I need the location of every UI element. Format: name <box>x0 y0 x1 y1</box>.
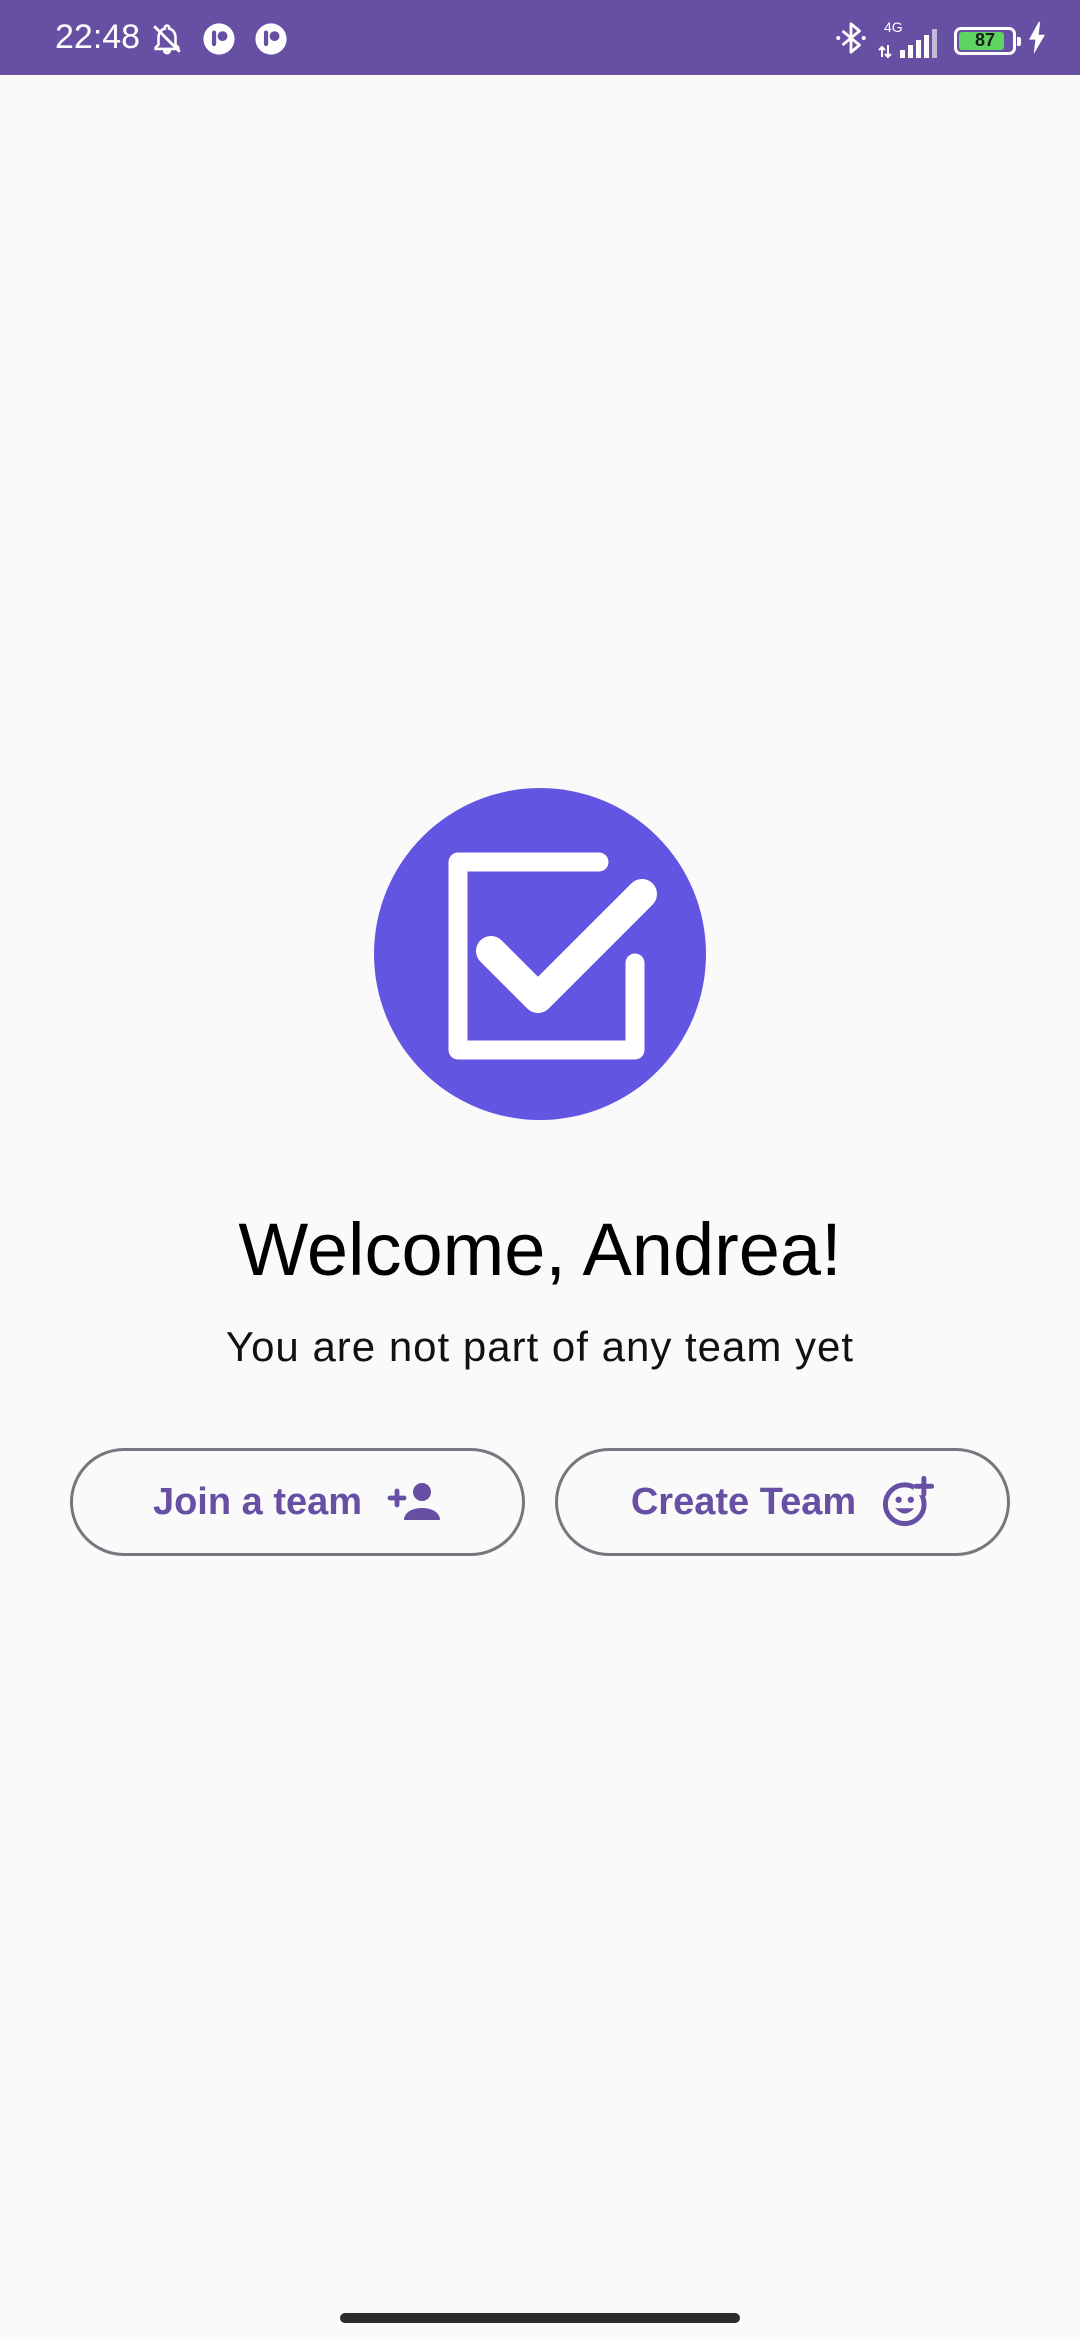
person-add-icon <box>386 1481 442 1523</box>
welcome-title: Welcome, Andrea! <box>238 1208 842 1291</box>
create-team-label: Create Team <box>630 1480 857 1523</box>
charging-icon <box>1026 22 1048 59</box>
status-right-icons: 4G 87 <box>834 19 1048 61</box>
join-team-button[interactable]: Join a team <box>70 1448 525 1556</box>
status-left-icons <box>150 22 288 61</box>
checkbox-checked-icon <box>448 852 657 1060</box>
status-time: 22:48 <box>55 18 141 56</box>
app-notification-icon <box>202 22 236 61</box>
bluetooth-icon <box>834 20 868 61</box>
signal-icon: 4G <box>878 19 944 59</box>
welcome-subtitle: You are not part of any team yet <box>225 1323 855 1370</box>
app-logo <box>374 788 706 1120</box>
add-reaction-icon <box>880 1475 935 1529</box>
create-team-button[interactable]: Create Team <box>555 1448 1010 1556</box>
battery-level: 87 <box>974 30 996 50</box>
battery-icon: 87 <box>954 26 1021 55</box>
app-notification-icon <box>254 22 288 61</box>
welcome-screen: 22:48 4G 87 Welcome, Andrea! You are not… <box>0 0 1080 2340</box>
bell-off-icon <box>150 22 184 61</box>
join-team-label: Join a team <box>152 1480 363 1523</box>
gesture-navigation-bar[interactable] <box>340 2313 740 2323</box>
status-bar: 22:48 4G 87 <box>0 0 1080 75</box>
